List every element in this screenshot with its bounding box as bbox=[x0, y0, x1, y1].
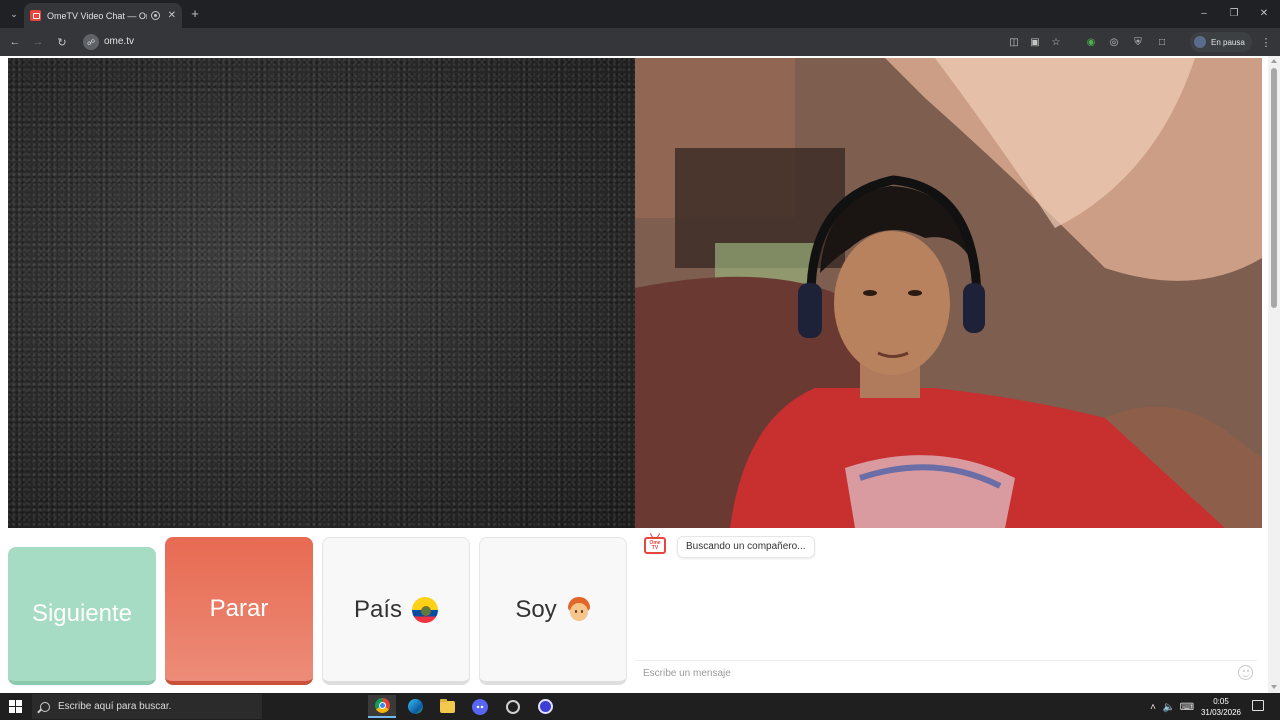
gender-button[interactable]: Soy bbox=[479, 537, 627, 685]
obs-icon bbox=[537, 699, 553, 714]
partner-video-frame bbox=[635, 58, 1262, 528]
search-placeholder: Escribe aquí para buscar. bbox=[58, 701, 172, 712]
page-scrollbar[interactable] bbox=[1268, 56, 1280, 693]
ometv-page: Siguiente Parar País Soy Ome TV Buscando… bbox=[0, 56, 1280, 693]
file-explorer-icon bbox=[439, 698, 455, 713]
tab-ometv[interactable]: OmeTV Video Chat — Om… ✕ bbox=[24, 3, 182, 28]
country-button[interactable]: País bbox=[322, 537, 470, 685]
windows-start-icon[interactable] bbox=[9, 700, 22, 713]
forward-button[interactable]: → bbox=[31, 35, 45, 49]
new-tab-button[interactable]: + bbox=[188, 6, 202, 21]
browser-menu-icon[interactable]: ⋮ bbox=[1259, 35, 1273, 49]
restore-button[interactable]: ❐ bbox=[1227, 6, 1241, 20]
cast-icon[interactable]: ▣ bbox=[1028, 35, 1042, 49]
obs-taskbar-button[interactable] bbox=[531, 695, 559, 718]
translate-icon[interactable]: ◫ bbox=[1007, 35, 1021, 49]
browser-toolbar: ← → ↻ ☍ ome.tv ◫ ▣ ☆ ◉ ◎ ⛨ □ En pausa ⋮ bbox=[0, 28, 1280, 56]
minimize-button[interactable]: – bbox=[1197, 6, 1211, 20]
tab-search-button[interactable]: ⌄ bbox=[6, 6, 22, 22]
tab-strip: ⌄ OmeTV Video Chat — Om… ✕ + – ❐ ✕ bbox=[0, 0, 1280, 28]
next-button-label: Siguiente bbox=[31, 600, 133, 627]
boy-face-icon bbox=[567, 596, 591, 623]
bookmark-star-icon[interactable]: ☆ bbox=[1049, 35, 1063, 49]
site-info-icon[interactable]: ☍ bbox=[83, 34, 99, 50]
extension-vpn-icon[interactable]: ⛨ bbox=[1131, 35, 1145, 49]
volume-icon[interactable]: 🔈 bbox=[1162, 700, 1176, 714]
discord-icon bbox=[472, 698, 488, 715]
scroll-up-arrow-icon[interactable] bbox=[1271, 59, 1277, 63]
search-icon bbox=[40, 701, 50, 712]
edge-taskbar-button[interactable] bbox=[401, 695, 429, 718]
recording-indicator-icon bbox=[150, 11, 160, 20]
tray-overflow-chevron-icon[interactable]: ˄ bbox=[1146, 700, 1160, 714]
profile-status-label: En pausa bbox=[1211, 37, 1245, 47]
url-text[interactable]: ome.tv bbox=[104, 36, 134, 47]
stop-button-label: Parar bbox=[209, 595, 269, 622]
extension-green-icon[interactable]: ◉ bbox=[1084, 35, 1098, 49]
stop-button[interactable]: Parar bbox=[165, 537, 313, 685]
ometv-logo-icon: Ome TV bbox=[644, 537, 666, 554]
settings-taskbar-button[interactable] bbox=[499, 695, 527, 718]
clock-time: 0:05 bbox=[1213, 697, 1229, 706]
next-button[interactable]: Siguiente bbox=[8, 547, 156, 685]
message-input[interactable] bbox=[635, 660, 1257, 685]
country-button-label: País bbox=[353, 595, 403, 623]
address-bar[interactable]: ☍ ome.tv bbox=[80, 31, 1000, 53]
chat-panel: Ome TV Buscando un compañero... bbox=[635, 528, 1262, 693]
edge-icon bbox=[407, 699, 423, 714]
system-clock[interactable]: 0:05 31/03/2026 bbox=[1196, 696, 1246, 718]
clock-date: 31/03/2026 bbox=[1200, 708, 1242, 717]
emoji-icon[interactable] bbox=[1238, 665, 1253, 680]
ometv-favicon-icon bbox=[30, 10, 41, 21]
keyboard-icon[interactable]: ⌨ bbox=[1180, 700, 1194, 714]
local-video-static bbox=[8, 58, 635, 528]
profile-button[interactable]: En pausa bbox=[1190, 32, 1252, 52]
chrome-taskbar-button[interactable] bbox=[368, 695, 396, 718]
chrome-icon bbox=[374, 698, 390, 713]
settings-gear-icon bbox=[506, 699, 520, 714]
scroll-thumb[interactable] bbox=[1271, 68, 1277, 308]
avatar bbox=[1194, 36, 1206, 48]
reload-button[interactable]: ↻ bbox=[55, 35, 69, 49]
ecuador-flag-icon bbox=[412, 596, 439, 623]
partner-video bbox=[635, 58, 1262, 528]
back-button[interactable]: ← bbox=[8, 35, 22, 49]
status-message: Buscando un compañero... bbox=[677, 536, 815, 558]
windows-taskbar: Escribe aquí para buscar. ˄ 🔈 ⌨ 0:05 31/… bbox=[0, 693, 1280, 720]
notification-icon[interactable] bbox=[1252, 700, 1264, 711]
tab-title: OmeTV Video Chat — Om… bbox=[47, 10, 147, 21]
file-explorer-taskbar-button[interactable] bbox=[433, 695, 461, 718]
taskbar-search[interactable]: Escribe aquí para buscar. bbox=[32, 694, 262, 719]
gender-button-label: Soy bbox=[515, 595, 557, 623]
extension-shield-icon[interactable]: ◎ bbox=[1107, 35, 1121, 49]
discord-taskbar-button[interactable] bbox=[466, 695, 494, 718]
close-window-button[interactable]: ✕ bbox=[1257, 6, 1271, 20]
tab-close-icon[interactable]: ✕ bbox=[168, 10, 176, 21]
scroll-down-arrow-icon[interactable] bbox=[1271, 685, 1277, 689]
control-panel: Siguiente Parar País Soy bbox=[8, 537, 628, 687]
extensions-puzzle-icon[interactable]: □ bbox=[1155, 35, 1169, 49]
